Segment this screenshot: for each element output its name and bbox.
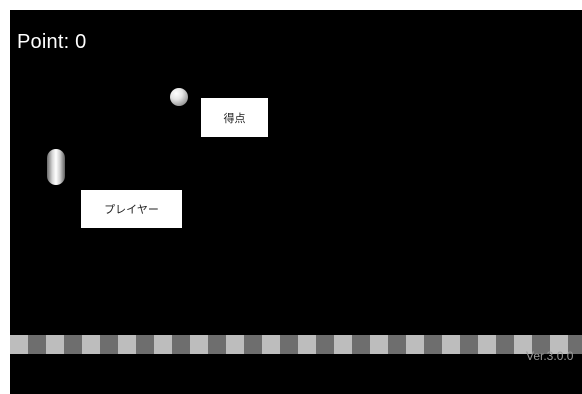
point-label: 得点 — [201, 98, 268, 137]
score-text: Point: 0 — [17, 31, 87, 53]
player-capsule — [47, 149, 65, 185]
game-viewport[interactable]: Point: 0 得点 プレイヤー Ver.3.0.0 — [10, 10, 582, 394]
checkered-floor — [10, 335, 582, 354]
player-label: プレイヤー — [81, 190, 182, 228]
point-ball — [170, 88, 188, 106]
version-text: Ver.3.0.0 — [526, 349, 574, 363]
